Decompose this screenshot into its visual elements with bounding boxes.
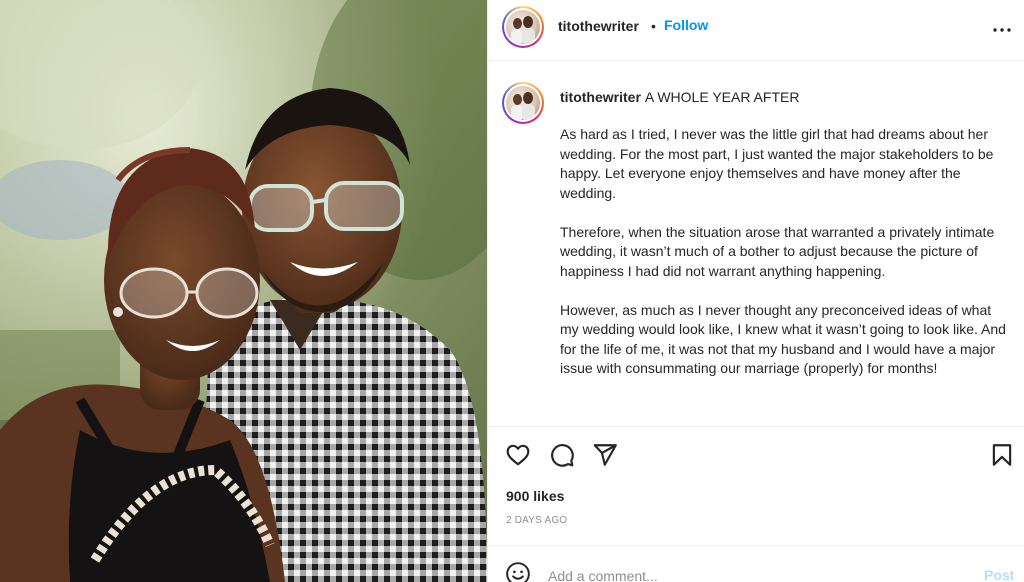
separator-dot: • (651, 18, 656, 34)
emoji-smile-icon[interactable] (505, 561, 531, 582)
caption-username[interactable]: titothewriter (560, 89, 641, 105)
caption-paragraph: Therefore, when the situation arose that… (560, 223, 995, 279)
author-username[interactable]: titothewriter (558, 18, 639, 34)
follow-button[interactable]: Follow (664, 17, 708, 33)
avatar-photo (506, 86, 540, 120)
comment-bubble-icon[interactable] (549, 442, 575, 468)
caption-paragraph: However, as much as I never thought any … (560, 301, 1006, 377)
caption-header: titothewriter A WHOLE YEAR AFTER (560, 88, 1010, 106)
caption-title: A WHOLE YEAR AFTER (644, 89, 800, 105)
caption-author-avatar[interactable] (502, 82, 544, 124)
likes-count[interactable]: 900 likes (506, 488, 564, 504)
post-photo[interactable] (0, 0, 487, 582)
more-horizontal-icon[interactable] (990, 18, 1014, 42)
paper-plane-icon[interactable] (592, 442, 618, 468)
divider (488, 426, 1024, 427)
caption-body: As hard as I tried, I never was the litt… (560, 125, 1012, 398)
bookmark-icon[interactable] (989, 442, 1015, 468)
post-header: titothewriter • Follow (488, 0, 1024, 61)
post-timestamp[interactable]: 2 DAYS AGO (506, 515, 567, 526)
author-avatar[interactable] (502, 6, 544, 48)
heart-icon[interactable] (505, 442, 531, 468)
comment-input[interactable] (548, 566, 948, 582)
caption-paragraph: As hard as I tried, I never was the litt… (560, 126, 994, 201)
divider (488, 545, 1024, 546)
couple-photo-illustration (0, 0, 487, 582)
post-panel: titothewriter • Follow titothewriter A WH… (487, 0, 1024, 582)
post-comment-button[interactable]: Post (984, 567, 1014, 582)
avatar-photo (506, 10, 540, 44)
